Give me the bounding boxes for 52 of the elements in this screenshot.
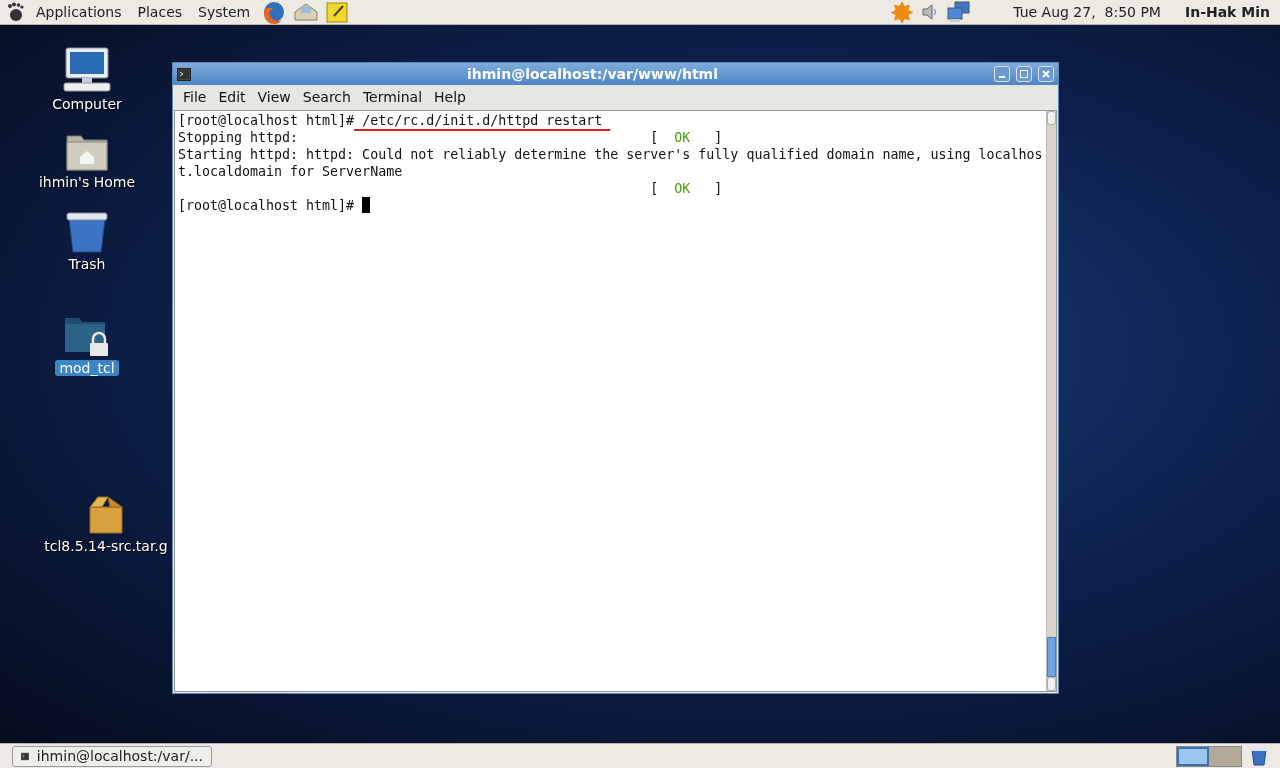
panel-menu[interactable]: Places [133,4,187,20]
notepad-icon[interactable] [326,1,349,23]
terminal-line: Starting httpd: httpd: Could not reliably determine the server's fully qualified domain name, using localhos [178,146,1043,163]
maximize-icon [1020,70,1028,78]
menu-item[interactable]: File [177,89,213,105]
locked-folder-icon [64,315,110,357]
scrollbar[interactable] [1045,111,1056,691]
menu-item[interactable]: Help [428,89,472,105]
workspace[interactable] [1177,746,1209,766]
menu-item[interactable]: Search [296,89,357,105]
window-title: ihmin@localhost:/var/www/html [466,66,719,82]
prompt: [root@localhost html]# [178,112,355,129]
desktop-icon-label[interactable]: tcl8.5.14-src.tar.g [40,538,172,554]
close-button[interactable] [1038,66,1054,82]
bracket: ] [714,180,723,197]
home-folder-icon [66,133,108,171]
bracket: [ [650,180,659,197]
globe-icon[interactable] [262,0,287,24]
desktop-icon-label[interactable]: ihmin's Home [34,174,140,190]
terminal-icon [177,67,191,81]
command-text: /etc/rc.d/init.d/httpd restart [361,112,604,129]
maximize-button[interactable] [1016,66,1032,82]
terminal-icon [21,749,29,763]
status-ok: OK [674,180,691,197]
menu-item[interactable]: Edit [212,89,252,105]
prompt: [root@localhost html]# [178,197,355,214]
clock[interactable]: Tue Aug 27, 8:50 PM [1009,4,1165,20]
status-ok: OK [674,129,691,146]
panel-menu[interactable]: System [194,4,255,20]
minimize-button[interactable] [994,66,1010,82]
sun-badge-icon[interactable] [891,1,914,23]
package-icon [88,495,124,535]
desktop-icon-label[interactable]: Computer [48,96,126,112]
computer-icon [62,47,112,93]
desktop-icon-label[interactable]: mod_tcl [55,360,119,376]
menu-item[interactable]: View [251,89,297,105]
desktop-icon-label[interactable]: Trash [64,256,110,272]
trash-icon[interactable] [1250,746,1268,766]
terminal-line: t.localdomain for ServerName [178,163,403,180]
close-icon [1042,70,1050,78]
bracket: ] [714,129,723,146]
network-computers-icon[interactable] [947,1,972,23]
menu-item[interactable]: Terminal [356,89,429,105]
terminal-line: Stopping httpd: [178,130,299,145]
trash-icon [65,211,109,253]
envelope-icon[interactable] [294,2,319,22]
panel-menu[interactable]: Applications [32,4,126,20]
foot-logo-icon [6,2,24,22]
bracket: [ [650,129,659,146]
taskbar-button[interactable]: ihmin@localhost:/var/... [12,745,212,767]
workspace[interactable] [1209,746,1241,766]
user-name[interactable]: In-Hak Min [1180,4,1274,20]
